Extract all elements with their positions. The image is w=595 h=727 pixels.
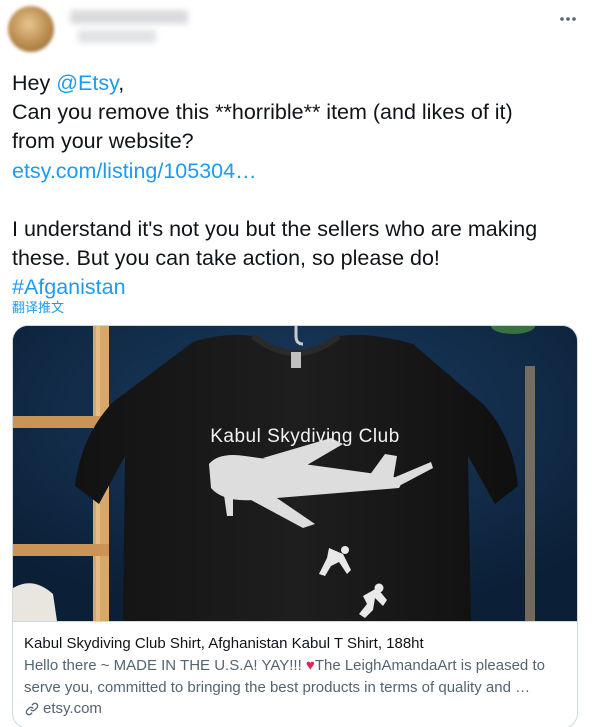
author-avatar[interactable] <box>8 6 54 52</box>
author-name-redacted <box>70 10 188 46</box>
link-preview-card[interactable]: Kabul Skydiving Club Kabul Skydiving Clu… <box>12 325 578 727</box>
hashtag-afganistan-link[interactable]: #Afganistan <box>12 273 587 302</box>
desc-line1-post: The LeighAmandaArt is pleased to <box>314 657 545 674</box>
card-title: Kabul Skydiving Club Shirt, Afghanistan … <box>24 635 424 652</box>
greeting-text: Hey <box>12 71 57 95</box>
tweet-line-5: I understand it's not you but the seller… <box>12 217 538 241</box>
mention-etsy-link[interactable]: @Etsy <box>56 71 118 95</box>
tweet-line-6: these. But you can take action, so pleas… <box>12 246 440 271</box>
heart-emoji-icon: ♥ <box>305 657 315 674</box>
more-options-button[interactable] <box>556 8 580 30</box>
card-description: Hello there ~ MADE IN THE U.S.A! YAY!!! … <box>24 655 567 698</box>
tweet-line-2: Can you remove this **horrible** item (a… <box>12 100 513 125</box>
card-domain-text: etsy.com <box>43 700 102 717</box>
more-horizontal-icon <box>560 17 576 21</box>
tweet-text: Hey @Etsy, Can you remove this **horribl… <box>12 69 587 303</box>
link-icon <box>25 702 39 716</box>
greeting-end-text: , <box>118 71 125 95</box>
card-image[interactable]: Kabul Skydiving Club <box>13 326 577 621</box>
shirt-print-text: Kabul Skydiving Club <box>210 426 400 447</box>
card-body[interactable]: Kabul Skydiving Club Shirt, Afghanistan … <box>13 621 577 719</box>
desc-line2: serve you, committed to bringing the bes… <box>24 678 531 696</box>
etsy-listing-link[interactable]: etsy.com/listing/105304… <box>12 157 587 186</box>
desc-line1-pre: Hello there ~ MADE IN THE U.S.A! YAY!!! <box>24 657 306 674</box>
card-domain: etsy.com <box>24 699 567 719</box>
tweet-line-3: from your website? <box>12 129 194 154</box>
translate-tweet-link[interactable]: 翻译推文 <box>12 297 64 316</box>
